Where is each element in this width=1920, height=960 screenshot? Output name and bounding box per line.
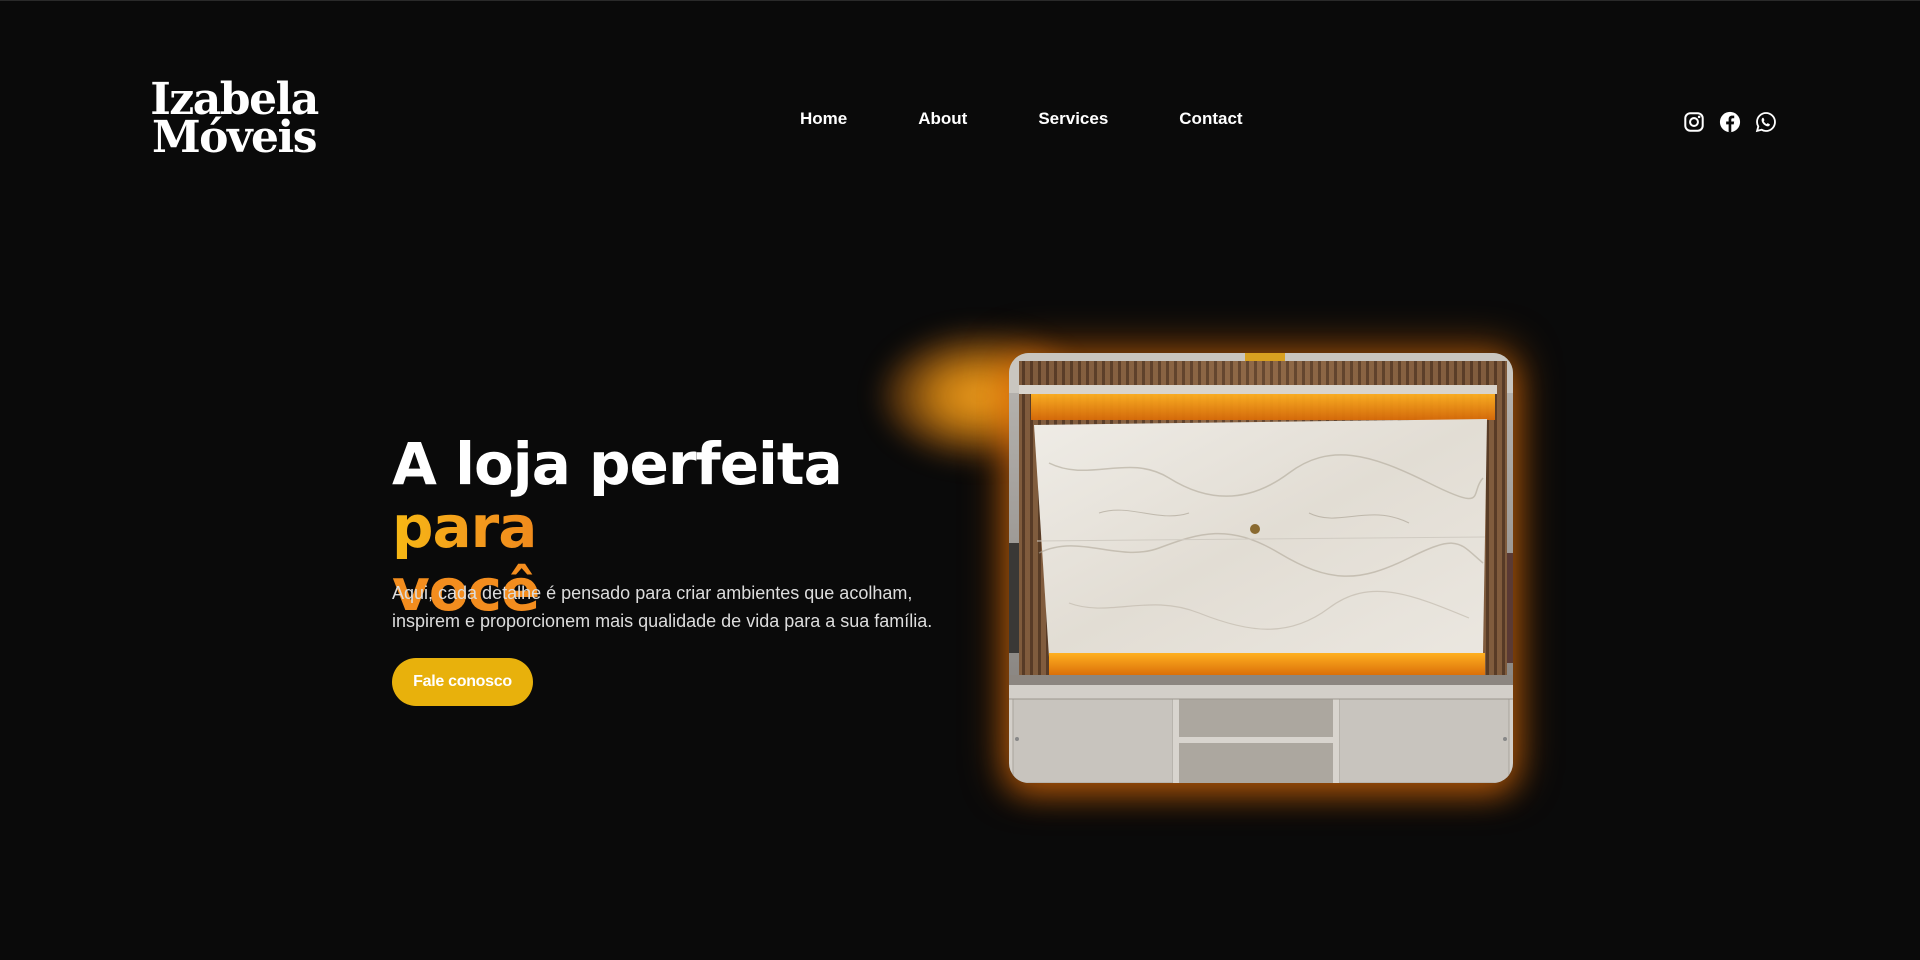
nav-home[interactable]: Home [800, 109, 847, 129]
hero-headline-accent-1: para [392, 493, 537, 561]
page: Izabela Móveis Home About Services Conta… [0, 0, 1920, 960]
nav-contact[interactable]: Contact [1179, 109, 1242, 129]
hero-description-line1: Aqui, cada detalhe é pensado para criar … [392, 583, 913, 603]
product-image [1009, 353, 1513, 783]
social-links [1683, 111, 1777, 133]
nav-services[interactable]: Services [1038, 109, 1108, 129]
nav-about[interactable]: About [918, 109, 967, 129]
brand-logo[interactable]: Izabela Móveis [150, 78, 319, 163]
brand-logo-line2: Móveis [151, 112, 318, 163]
whatsapp-icon[interactable] [1755, 111, 1777, 133]
hero-description: Aqui, cada detalhe é pensado para criar … [392, 579, 952, 635]
facebook-icon[interactable] [1719, 111, 1741, 133]
main-nav: Home About Services Contact [800, 109, 1243, 129]
hero-description-line2: inspirem e proporcionem mais qualidade d… [392, 611, 933, 631]
hero-headline-white: A loja perfeita [392, 430, 843, 498]
instagram-icon[interactable] [1683, 111, 1705, 133]
contact-cta-button[interactable]: Fale conosco [392, 658, 533, 706]
